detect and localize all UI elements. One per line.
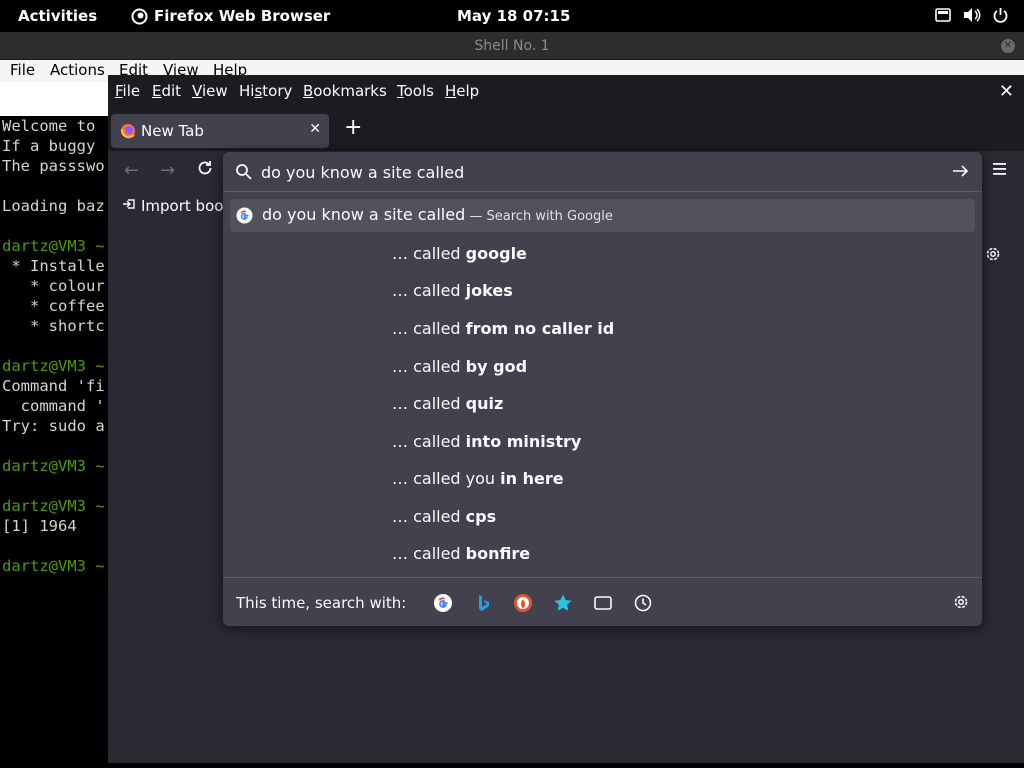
menu-edit[interactable]: Edit <box>152 82 181 100</box>
menu-history[interactable]: History <box>239 82 292 100</box>
gear-icon[interactable] <box>984 245 1002 267</box>
suggestion-item[interactable]: … called google <box>392 244 527 263</box>
suggestion-item[interactable]: … called bonfire <box>392 544 530 563</box>
network-icon <box>935 8 951 22</box>
suggestion-item[interactable]: … called you in here <box>392 469 564 488</box>
menu-bookmarks[interactable]: Bookmarks <box>303 82 387 100</box>
one-off-search-bar: This time, search with: <box>223 577 982 626</box>
hamburger-menu-icon[interactable] <box>992 161 1008 180</box>
reload-icon[interactable] <box>196 159 214 182</box>
new-tab-plus-icon[interactable]: + <box>344 116 362 140</box>
system-tray[interactable] <box>935 7 1008 23</box>
tab-close-icon[interactable]: ✕ <box>309 121 321 137</box>
terminal-title: Shell No. 1 <box>474 38 550 54</box>
suggestion-item[interactable]: … called quiz <box>392 394 503 413</box>
terminal-menu-file[interactable]: File <box>10 61 35 79</box>
volume-icon <box>963 7 981 23</box>
tab-bar: New Tab ✕ + <box>108 107 1024 151</box>
url-input-row <box>223 152 982 192</box>
url-bar-dropdown: do you know a site called — Search with … <box>223 152 982 626</box>
tab-new-tab[interactable]: New Tab ✕ <box>111 114 329 148</box>
power-icon <box>993 7 1008 23</box>
google-icon <box>236 207 253 228</box>
bookmarks-star-icon[interactable] <box>553 593 573 613</box>
bing-icon[interactable] <box>473 593 493 613</box>
google-icon[interactable] <box>433 593 453 613</box>
history-icon[interactable] <box>633 593 653 613</box>
app-name: Firefox Web Browser <box>154 7 331 25</box>
import-bookmarks-button[interactable]: Import boo <box>122 197 223 215</box>
heuristic-text: do you know a site called — Search with … <box>262 205 613 224</box>
search-icon <box>235 163 253 185</box>
import-icon <box>122 197 136 215</box>
search-settings-gear-icon[interactable] <box>952 593 970 615</box>
tab-label: New Tab <box>141 122 204 140</box>
heuristic-search-result[interactable]: do you know a site called — Search with … <box>230 199 975 232</box>
suggestion-item[interactable]: … called into ministry <box>392 432 581 451</box>
close-icon[interactable]: ✕ <box>999 81 1014 102</box>
firefox-app-icon <box>131 8 148 25</box>
menu-file[interactable]: File <box>115 82 140 100</box>
heuristic-action: — Search with Google <box>465 209 613 224</box>
back-arrow-icon[interactable]: ← <box>124 160 139 181</box>
url-input[interactable] <box>261 160 921 184</box>
forward-arrow-icon[interactable]: → <box>160 160 175 181</box>
terminal-menu-actions[interactable]: Actions <box>50 61 105 79</box>
tabs-icon[interactable] <box>593 593 613 613</box>
app-menu[interactable]: Firefox Web Browser <box>131 7 330 25</box>
activities-button[interactable]: Activities <box>18 7 97 25</box>
import-bookmarks-label: Import boo <box>141 197 224 215</box>
menu-tools[interactable]: Tools <box>397 82 434 100</box>
close-icon[interactable]: ✕ <box>1001 39 1015 53</box>
one-off-label: This time, search with: <box>236 594 407 612</box>
menu-view[interactable]: View <box>192 82 228 100</box>
duckduckgo-icon[interactable] <box>513 593 533 613</box>
firefox-logo-icon <box>120 123 136 143</box>
suggestion-item[interactable]: … called from no caller id <box>392 319 614 338</box>
firefox-menubar: File Edit View History Bookmarks Tools H… <box>108 75 1024 107</box>
suggestion-item[interactable]: … called cps <box>392 507 496 526</box>
clock[interactable]: May 18 07:15 <box>457 7 570 25</box>
menu-help[interactable]: Help <box>445 82 479 100</box>
suggestion-item[interactable]: … called by god <box>392 357 527 376</box>
top-bar: Activities Firefox Web Browser May 18 07… <box>0 0 1024 32</box>
terminal-titlebar[interactable]: Shell No. 1 ✕ <box>0 32 1024 60</box>
go-arrow-icon[interactable] <box>952 163 970 183</box>
suggestion-item[interactable]: … called jokes <box>392 281 513 300</box>
